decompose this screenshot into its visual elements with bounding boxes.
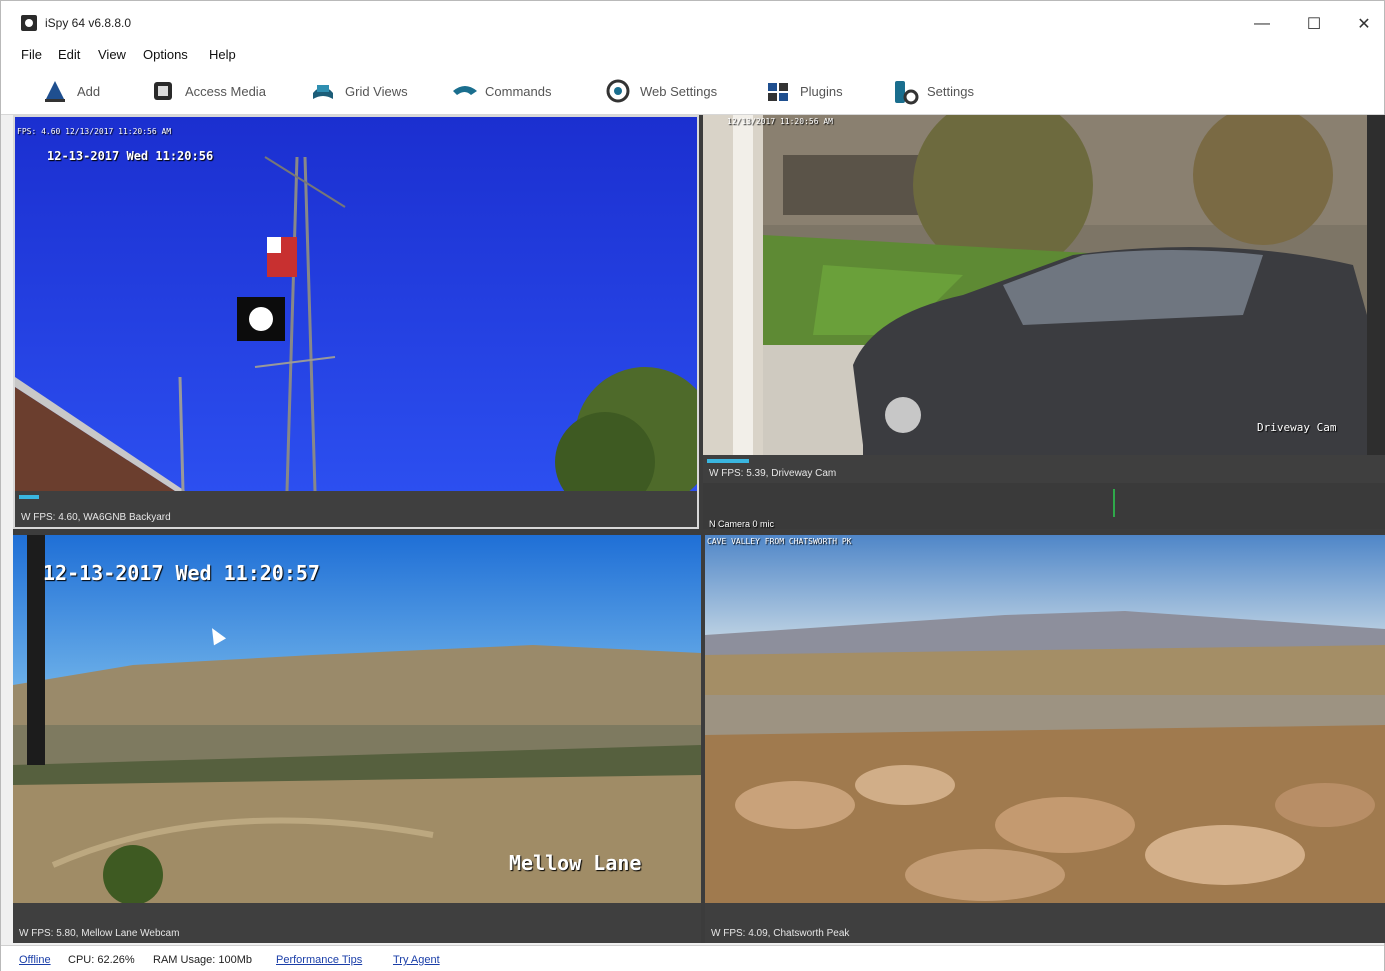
camera-activity-indicator	[19, 495, 39, 499]
camera-feed-chatsworth-peak[interactable]: CAVE VALLEY FROM CHATSWORTH PK	[705, 535, 1385, 903]
camera-feed-backyard[interactable]: FPS: 4.60 12/13/2017 11:20:56 AM 12-13-2…	[15, 117, 697, 491]
connection-status-link[interactable]: Offline	[19, 954, 51, 966]
access-media-button[interactable]: Access Media	[151, 75, 266, 107]
audio-level-indicator	[1113, 489, 1115, 517]
settings-label: Settings	[927, 83, 974, 99]
camera-watermark: Mellow Lane	[509, 851, 642, 875]
title-bar: iSpy 64 v6.8.8.0 — ☐ ✕	[1, 1, 1384, 41]
menu-file[interactable]: File	[21, 47, 42, 62]
camera-status-label: W FPS: 5.39, Driveway Cam	[709, 468, 837, 479]
cpu-usage: CPU: 62.26%	[68, 954, 135, 966]
plugins-label: Plugins	[800, 83, 843, 99]
menu-options[interactable]: Options	[143, 47, 188, 62]
web-settings-icon	[606, 79, 630, 103]
camera-timestamp: 12-13-2017 Wed 11:20:56	[47, 149, 214, 163]
commands-button[interactable]: Commands	[451, 75, 551, 107]
add-button[interactable]: Add	[43, 75, 100, 107]
menu-bar: File Edit View Options Help	[1, 41, 1384, 67]
web-settings-button[interactable]: Web Settings	[606, 75, 717, 107]
toolbar: Add Access Media Grid Views Commands Web…	[1, 67, 1384, 115]
audio-status-label: N Camera 0 mic	[709, 519, 775, 529]
maximize-button[interactable]: ☐	[1291, 9, 1337, 39]
camera-status-bar: W FPS: 4.60, WA6GNB Backyard	[15, 491, 697, 527]
grid-views-icon	[311, 79, 335, 103]
window-title: iSpy 64 v6.8.8.0	[45, 16, 132, 30]
camera-status-bar: W FPS: 5.80, Mellow Lane Webcam	[13, 903, 701, 943]
commands-icon	[451, 79, 477, 103]
add-label: Add	[77, 83, 101, 99]
plugins-icon	[766, 79, 790, 103]
grid-views-button[interactable]: Grid Views	[311, 75, 408, 107]
camera-status-bar: W FPS: 4.09, Chatsworth Peak	[705, 903, 1385, 943]
camera-tile-driveway[interactable]: 12/13/2017 11:20:56 AM Driveway Cam W FP…	[703, 115, 1385, 529]
access-media-label: Access Media	[185, 83, 266, 99]
app-logo-icon	[21, 15, 37, 31]
camera-top-overlay: FPS: 4.60 12/13/2017 11:20:56 AM	[17, 127, 172, 136]
close-button[interactable]: ✕	[1341, 9, 1385, 39]
camera-watermark: Driveway Cam	[1257, 421, 1337, 434]
audio-panel: N Camera 0 mic	[703, 483, 1385, 529]
status-bar: Offline CPU: 62.26% RAM Usage: 100Mb Per…	[1, 945, 1384, 971]
commands-label: Commands	[485, 83, 552, 99]
add-icon	[43, 79, 67, 103]
try-agent-link[interactable]: Try Agent	[393, 954, 440, 966]
camera-timestamp: 12-13-2017 Wed 11:20:57	[43, 561, 320, 585]
camera-tile-backyard[interactable]: FPS: 4.60 12/13/2017 11:20:56 AM 12-13-2…	[13, 115, 699, 529]
app-window: iSpy 64 v6.8.8.0 — ☐ ✕ File Edit View Op…	[0, 0, 1385, 971]
camera-feed-mellow-lane[interactable]: 12-13-2017 Wed 11:20:57 Mellow Lane	[13, 535, 701, 903]
ram-usage: RAM Usage: 100Mb	[153, 954, 253, 966]
camera-status-label: W FPS: 5.80, Mellow Lane Webcam	[19, 928, 180, 939]
access-media-icon	[151, 79, 175, 103]
grid-views-label: Grid Views	[345, 83, 408, 99]
plugins-button[interactable]: Plugins	[766, 75, 843, 107]
camera-status-label: W FPS: 4.60, WA6GNB Backyard	[21, 512, 171, 523]
camera-status-bar: W FPS: 5.39, Driveway Cam	[703, 455, 1385, 483]
camera-grid: FPS: 4.60 12/13/2017 11:20:56 AM 12-13-2…	[13, 115, 1385, 943]
web-settings-label: Web Settings	[640, 83, 718, 99]
camera-status-label: W FPS: 4.09, Chatsworth Peak	[711, 928, 850, 939]
menu-view[interactable]: View	[98, 47, 126, 62]
camera-feed-driveway[interactable]: 12/13/2017 11:20:56 AM Driveway Cam	[703, 115, 1367, 455]
camera-tile-mellow-lane[interactable]: 12-13-2017 Wed 11:20:57 Mellow Lane W FP…	[13, 535, 701, 943]
settings-icon	[893, 79, 919, 105]
camera-top-overlay: 12/13/2017 11:20:56 AM	[727, 117, 833, 126]
camera-activity-indicator	[707, 459, 749, 463]
minimize-button[interactable]: —	[1239, 9, 1285, 39]
camera-tile-chatsworth-peak[interactable]: CAVE VALLEY FROM CHATSWORTH PK W FPS: 4.…	[705, 535, 1385, 943]
settings-button[interactable]: Settings	[893, 75, 974, 107]
performance-tips-link[interactable]: Performance Tips	[276, 954, 362, 966]
menu-edit[interactable]: Edit	[58, 47, 80, 62]
camera-top-overlay: CAVE VALLEY FROM CHATSWORTH PK	[707, 537, 852, 546]
menu-help[interactable]: Help	[209, 47, 236, 62]
